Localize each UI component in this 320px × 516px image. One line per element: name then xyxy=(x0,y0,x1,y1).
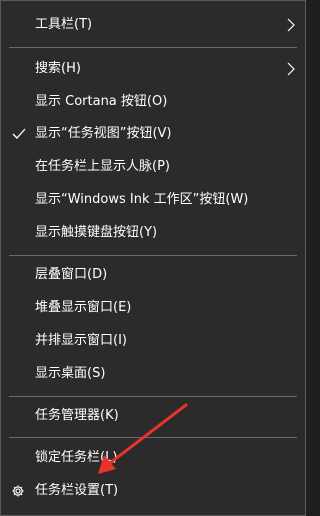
menu-item-label: 显示触摸键盘按钮(Y) xyxy=(35,225,158,240)
menu-item-show-desktop[interactable]: 显示桌面(S) xyxy=(1,358,305,390)
menu-item-cortana[interactable]: 显示 Cortana 按钮(O) xyxy=(1,86,305,118)
menu-item-label: 显示 Cortana 按钮(O) xyxy=(35,94,168,109)
menu-item-label: 任务栏设置(T) xyxy=(35,483,119,498)
menu-item-touch-keyboard[interactable]: 显示触摸键盘按钮(Y) xyxy=(1,217,305,249)
menu-item-label: 显示“任务视图”按钮(V) xyxy=(35,126,172,141)
menu-item-label: 显示“Windows Ink 工作区”按钮(W) xyxy=(35,192,249,207)
menu-item-label: 锁定任务栏(L) xyxy=(35,450,118,465)
menu-item-task-manager[interactable]: 任务管理器(K) xyxy=(1,400,305,432)
menu-item-people[interactable]: 在任务栏上显示人脉(P) xyxy=(1,151,305,183)
menu-item-taskbar-settings[interactable]: 任务栏设置(T) xyxy=(1,475,305,507)
menu-item-lock-taskbar[interactable]: 锁定任务栏(L) xyxy=(1,442,305,474)
taskbar-context-menu: 工具栏(T) 搜索(H) 显示 Cortana 按钮(O) 显示“任务视图”按钮… xyxy=(0,0,306,516)
menu-item-label: 并排显示窗口(I) xyxy=(35,333,127,348)
menu-item-label: 显示桌面(S) xyxy=(35,366,106,381)
menu-item-toolbars[interactable]: 工具栏(T) xyxy=(1,9,305,41)
menu-item-label: 搜索(H) xyxy=(35,61,81,76)
menu-item-label: 任务管理器(K) xyxy=(35,408,119,423)
separator xyxy=(9,396,297,397)
menu-item-label: 层叠窗口(D) xyxy=(35,267,108,282)
separator xyxy=(9,255,297,256)
menu-item-search[interactable]: 搜索(H) xyxy=(1,53,305,85)
separator xyxy=(9,47,297,48)
gear-icon xyxy=(12,485,24,497)
chevron-right-icon xyxy=(287,62,295,76)
menu-item-task-view[interactable]: 显示“任务视图”按钮(V) xyxy=(1,118,305,150)
menu-item-cascade[interactable]: 层叠窗口(D) xyxy=(1,259,305,291)
menu-item-windows-ink[interactable]: 显示“Windows Ink 工作区”按钮(W) xyxy=(1,184,305,216)
menu-item-label: 在任务栏上显示人脉(P) xyxy=(35,159,170,174)
menu-item-label: 堆叠显示窗口(E) xyxy=(35,300,132,315)
checkmark-icon xyxy=(12,128,26,139)
menu-item-label: 工具栏(T) xyxy=(35,17,93,32)
menu-item-stacked[interactable]: 堆叠显示窗口(E) xyxy=(1,292,305,324)
chevron-right-icon xyxy=(287,18,295,32)
separator xyxy=(9,437,297,438)
menu-item-side-by-side[interactable]: 并排显示窗口(I) xyxy=(1,325,305,357)
